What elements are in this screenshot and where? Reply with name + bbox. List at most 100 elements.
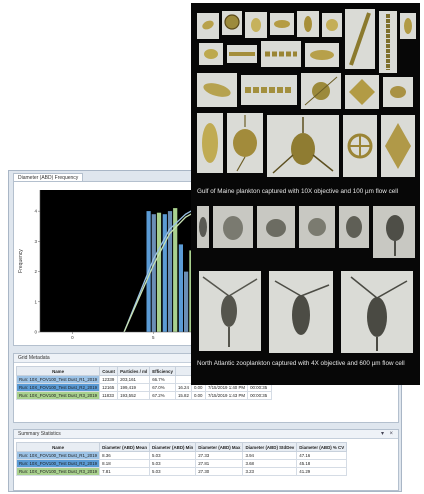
run-name-cell: Run: 10X_FOV100_Test Dust_R1_2019: [15, 375, 101, 384]
grid-column-header[interactable]: Count: [99, 366, 119, 376]
plankton-thumbnail: [343, 115, 377, 177]
table-cell: 7/15/2019 1:43 PM: [204, 391, 249, 400]
table-row[interactable]: Run: 10X_FOV100_Test Dust_R3_2019 7.81 5.0…: [15, 467, 348, 476]
zooplankton-thumbnail: [341, 271, 413, 353]
table-cell: 12339: [99, 375, 119, 384]
plankton-thumbnail: [267, 115, 339, 177]
pin-icon[interactable]: ▾: [381, 430, 384, 439]
caption-north-atlantic: North Atlantic zooplankton captured with…: [197, 360, 405, 367]
table-cell: 16.24: [174, 383, 192, 392]
histogram-bar: [156, 212, 162, 332]
table-cell: 199,419: [117, 383, 151, 392]
plankton-thumbnail: [297, 11, 319, 37]
table-row[interactable]: Run: 10X_FOV100_Test Dust_R2_2019 8.18 5.0…: [15, 459, 348, 468]
plankton-thumbnail: [381, 115, 415, 177]
table-cell: 41.29: [296, 467, 348, 476]
zooplankton-thumbnail: [213, 206, 253, 248]
histogram-bar: [178, 244, 183, 332]
plankton-thumbnail: [227, 113, 263, 173]
zooplankton-thumbnail: [339, 206, 369, 248]
zooplankton-thumbnail: [257, 206, 295, 248]
table-row[interactable]: Run: 10X_FOV100_Test Dust_R3_2019 11833 19…: [15, 391, 273, 400]
table-cell: [174, 375, 192, 384]
run-name-cell: Run: 10X_FOV100_Test Dust_R3_2019: [15, 467, 101, 476]
run-name-cell: Run: 10X_FOV100_Test Dust_R2_2019: [15, 459, 101, 468]
table-cell: 45.18: [296, 459, 348, 468]
table-cell: 27.33: [195, 451, 244, 460]
plankton-thumbnail: [197, 113, 223, 173]
histogram-bar: [162, 214, 167, 332]
tab-summary-statistics: Summary Statistics ▾ ×: [14, 430, 398, 439]
stats-column-header[interactable]: Diameter (ABD) StdDev: [242, 442, 298, 452]
plankton-thumbnail: [222, 11, 242, 35]
plankton-thumbnail: [197, 73, 237, 107]
zooplankton-thumbnail: [269, 271, 333, 353]
grid-column-header[interactable]: Efficiency: [149, 366, 176, 376]
y-tick-label: 3: [34, 239, 37, 244]
table-cell: 5.03: [148, 467, 197, 476]
caption-gulf-of-maine: Gulf of Maine plankton captured with 10X…: [197, 188, 399, 195]
plankton-thumbnail: [245, 12, 267, 38]
table-cell: 3.23: [242, 467, 298, 476]
plankton-thumbnail: [305, 43, 339, 67]
zooplankton-thumbnail: [197, 206, 209, 248]
run-name-cell: Run: 10X_FOV100_Test Dust_R1_2019: [15, 451, 101, 460]
table-cell: 11833: [99, 391, 119, 400]
plankton-thumbnail: [270, 13, 294, 35]
plankton-thumbnail: [241, 75, 297, 105]
plankton-thumbnail: [197, 13, 219, 39]
plankton-thumbnail: [199, 43, 223, 65]
table-cell: 7.81: [99, 467, 150, 476]
grid-column-header[interactable]: Particles / ml: [117, 366, 151, 376]
grid-metadata-title: Grid Metadata: [18, 355, 50, 361]
stats-column-header[interactable]: Diameter (ABD) Mean: [99, 442, 150, 452]
plankton-thumbnail: [227, 45, 257, 63]
table-cell: 193,552: [117, 391, 151, 400]
plankton-thumbnail: [400, 13, 416, 39]
plankton-thumbnail: [261, 41, 301, 67]
run-name-cell: Run: 10X_FOV100_Test Dust_R3_2019: [15, 391, 101, 400]
stats-column-header[interactable]: Diameter (ABD) Max: [195, 442, 244, 452]
zooplankton-thumbnail: [373, 206, 415, 258]
summary-statistics-table: Name Diameter (ABD) Mean Diameter (ABD) Mi…: [15, 442, 348, 476]
zooplankton-thumbnail: [299, 206, 335, 248]
plankton-thumbnail: [379, 11, 397, 73]
stats-column-header[interactable]: Diameter (ABD) Min: [148, 442, 197, 452]
plankton-thumbnail: [345, 9, 375, 69]
table-cell: 3.68: [242, 459, 298, 468]
plankton-thumbnail: [322, 13, 342, 37]
table-cell: 5.03: [148, 451, 197, 460]
histogram-bar: [184, 271, 189, 332]
plankton-image-panel: Gulf of Maine plankton captured with 10X…: [191, 3, 420, 385]
table-cell: 8.18: [99, 459, 150, 468]
y-axis-label: Frequency: [18, 249, 24, 273]
table-cell: 0.00: [190, 391, 206, 400]
y-tick-label: 4: [34, 209, 37, 214]
table-cell: 47.16: [296, 451, 348, 460]
table-row[interactable]: Run: 10X_FOV100_Test Dust_R1_2019 8.36 5.0…: [15, 451, 348, 460]
plankton-thumbnail: [301, 73, 341, 109]
grid-column-header[interactable]: Name: [15, 366, 101, 376]
table-cell: 8.36: [99, 451, 150, 460]
y-tick-label: 1: [34, 299, 37, 304]
close-icon[interactable]: ×: [389, 430, 393, 439]
plankton-thumbnail: [383, 77, 413, 107]
x-tick-label: 0: [71, 335, 74, 340]
stats-column-header[interactable]: Diameter (ABD) % CV: [296, 442, 348, 452]
table-cell: 203,161: [117, 375, 151, 384]
table-cell: 27.30: [195, 467, 244, 476]
x-tick-label: 5: [152, 335, 155, 340]
run-name-cell: Run: 10X_FOV100_Test Dust_R2_2019: [15, 383, 101, 392]
histogram-bar: [151, 214, 156, 332]
table-cell: 67.0%: [149, 383, 176, 392]
table-cell: 27.81: [195, 459, 244, 468]
table-cell: 12165: [99, 383, 119, 392]
table-cell: 15.82: [174, 391, 192, 400]
stats-column-header[interactable]: Name: [15, 442, 101, 452]
summary-statistics-title: Summary Statistics: [18, 431, 61, 437]
table-cell: 5.03: [148, 459, 197, 468]
y-tick-label: 0: [34, 330, 37, 335]
grid-column-header[interactable]: [174, 366, 192, 376]
zooplankton-thumbnail: [199, 271, 261, 351]
y-tick-label: 2: [34, 269, 37, 274]
